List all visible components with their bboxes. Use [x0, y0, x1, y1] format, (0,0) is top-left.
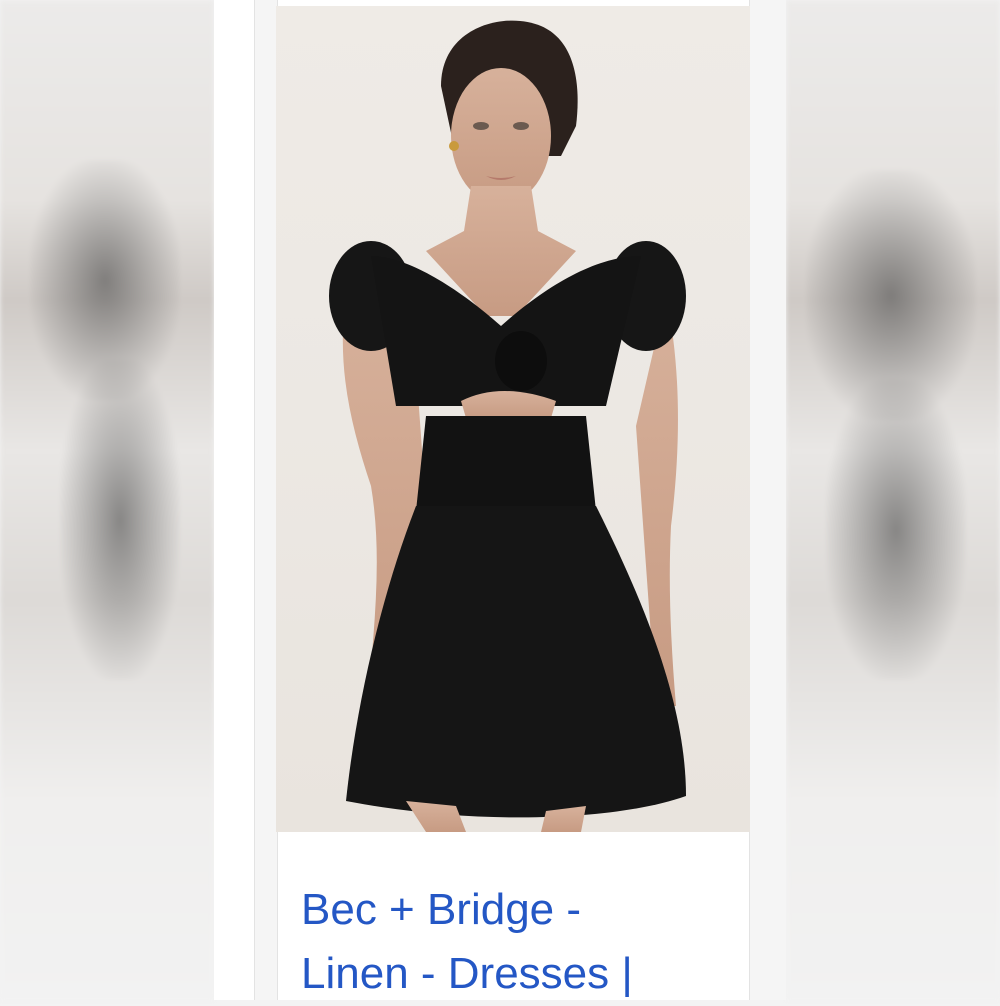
card-right-border [749, 0, 786, 1000]
blurred-background-left [0, 0, 214, 1000]
product-title-line-2[interactable]: Linen - Dresses | [301, 942, 731, 1006]
model-in-black-linen-mini-dress-icon [329, 20, 686, 832]
card-left-border [254, 0, 278, 1000]
product-title-link[interactable]: Bec + Bridge - Linen - Dresses | [301, 878, 731, 1006]
product-title-line-1[interactable]: Bec + Bridge - [301, 878, 731, 942]
product-photo[interactable] [276, 6, 750, 832]
blurred-background-right [786, 0, 1000, 1000]
